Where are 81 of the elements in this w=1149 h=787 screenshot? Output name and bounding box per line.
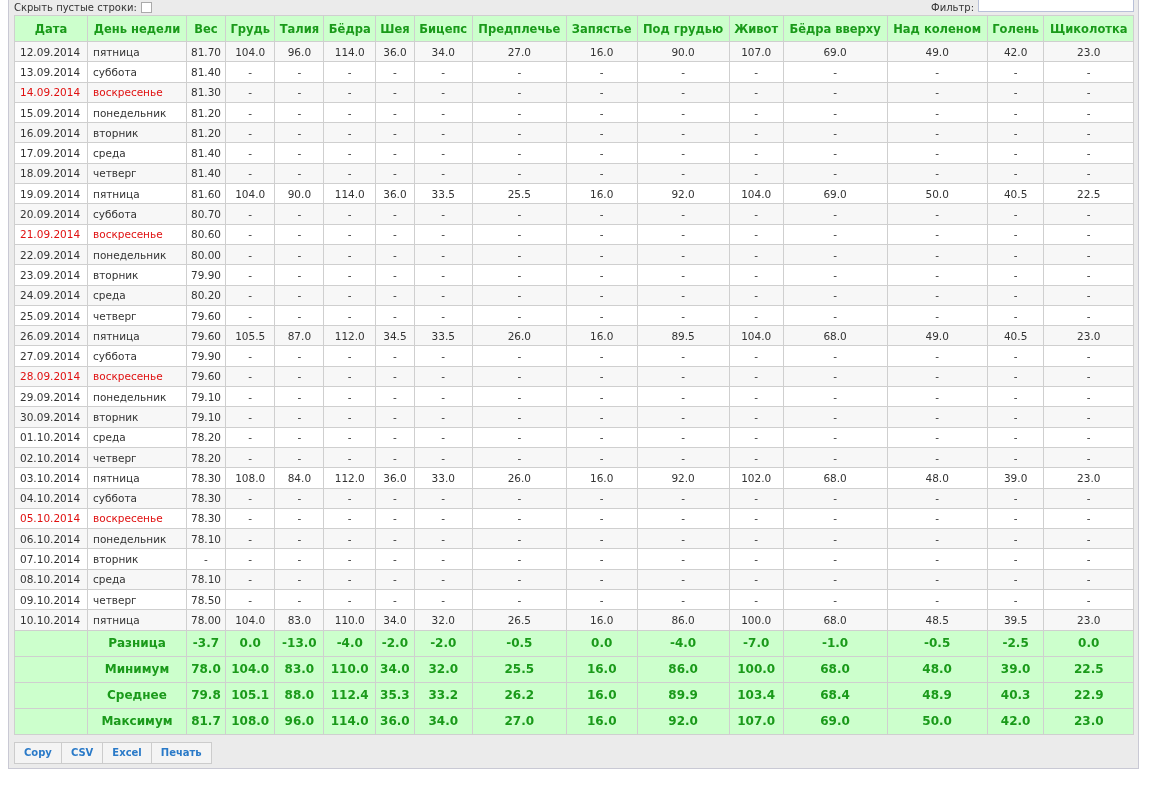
- export-button[interactable]: Copy: [14, 741, 62, 764]
- filter-label: Фильтр:: [931, 2, 974, 13]
- table-cell: 19.09.2014: [14, 183, 88, 204]
- summary-cell: 68.4: [783, 682, 888, 709]
- table-cell: 07.10.2014: [14, 548, 88, 570]
- table-cell: 03.10.2014: [14, 467, 88, 489]
- column-header[interactable]: Талия: [274, 15, 324, 42]
- summary-cell: -0.5: [472, 630, 567, 657]
- summary-cell: 22.9: [1044, 682, 1134, 709]
- summary-cell: 22.5: [1044, 656, 1134, 683]
- table-cell: 20.09.2014: [14, 203, 88, 225]
- table-cell: 05.10.2014: [14, 508, 88, 529]
- summary-cell: 16.0: [566, 708, 637, 735]
- summary-label: Среднее: [87, 682, 187, 709]
- summary-cell: 92.0: [637, 708, 730, 735]
- table-cell: 06.10.2014: [14, 528, 88, 549]
- summary-cell: 86.0: [637, 656, 730, 683]
- column-header[interactable]: Запястье: [566, 15, 637, 42]
- column-header[interactable]: Бёдра: [323, 15, 376, 42]
- table-cell: 12.09.2014: [14, 41, 88, 62]
- summary-cell: 89.9: [637, 682, 730, 709]
- summary-cell: 0.0: [566, 630, 637, 657]
- table-cell: 28.09.2014: [14, 366, 88, 387]
- summary-cell: 48.0: [887, 656, 988, 683]
- hide-empty-checkbox[interactable]: [140, 2, 152, 13]
- table-cell: 16.09.2014: [14, 122, 88, 143]
- export-button[interactable]: Печать: [150, 741, 212, 764]
- summary-cell: -4.0: [637, 630, 730, 657]
- table-cell: 13.09.2014: [14, 61, 88, 83]
- filter-field[interactable]: [978, 0, 1134, 12]
- table-cell: 02.10.2014: [14, 447, 88, 468]
- summary-cell: 27.0: [472, 708, 567, 735]
- table-cell: 22.09.2014: [14, 244, 88, 265]
- summary-cell: 50.0: [887, 708, 988, 735]
- table-cell: 30.09.2014: [14, 406, 88, 428]
- column-header[interactable]: Бицепс: [414, 15, 473, 42]
- summary-cell: 16.0: [566, 656, 637, 683]
- column-header[interactable]: Дата: [14, 15, 88, 42]
- summary-cell: 26.2: [472, 682, 567, 709]
- table-cell: 04.10.2014: [14, 488, 88, 509]
- export-button[interactable]: CSV: [60, 741, 104, 764]
- column-header[interactable]: Бёдра вверху: [783, 15, 888, 42]
- summary-cell: 69.0: [783, 708, 888, 735]
- column-header[interactable]: Шея: [375, 15, 415, 42]
- table-cell: 09.10.2014: [14, 589, 88, 610]
- column-header[interactable]: Под грудью: [637, 15, 730, 42]
- summary-label: Разница: [87, 630, 187, 657]
- table-cell: 01.10.2014: [14, 427, 88, 448]
- table-cell: 26.09.2014: [14, 325, 88, 346]
- table-cell: 24.09.2014: [14, 285, 88, 306]
- summary-label: Максимум: [87, 708, 187, 735]
- table-cell: 17.09.2014: [14, 143, 88, 164]
- summary-cell: 25.5: [472, 656, 567, 683]
- summary-cell: 23.0: [1044, 708, 1134, 735]
- summary-cell: 68.0: [783, 656, 888, 683]
- column-header[interactable]: День недели: [87, 15, 187, 42]
- table-cell: 18.09.2014: [14, 163, 88, 184]
- table-cell: 10.10.2014: [14, 609, 88, 631]
- summary-cell: 16.0: [566, 682, 637, 709]
- column-header[interactable]: Голень: [987, 15, 1044, 42]
- table-cell: 27.09.2014: [14, 345, 88, 367]
- table-cell: 15.09.2014: [14, 102, 88, 123]
- summary-cell: -0.5: [887, 630, 988, 657]
- column-header[interactable]: Живот: [729, 15, 784, 42]
- column-header[interactable]: Предплечье: [472, 15, 567, 42]
- column-header[interactable]: Над коленом: [887, 15, 988, 42]
- hide-empty-label: Скрыть пустые строки:: [14, 2, 137, 13]
- table-cell: 21.09.2014: [14, 224, 88, 245]
- table-cell: 14.09.2014: [14, 82, 88, 103]
- column-header[interactable]: Грудь: [225, 15, 275, 42]
- summary-cell: -1.0: [783, 630, 888, 657]
- table-cell: 08.10.2014: [14, 569, 88, 590]
- summary-label: Минимум: [87, 656, 187, 683]
- table-cell: 25.09.2014: [14, 305, 88, 326]
- column-header[interactable]: Вес: [186, 15, 226, 42]
- table-cell: 23.09.2014: [14, 264, 88, 286]
- table-cell: 29.09.2014: [14, 386, 88, 407]
- summary-cell: 48.9: [887, 682, 988, 709]
- column-header[interactable]: Щиколотка: [1044, 15, 1134, 42]
- summary-cell: 0.0: [1044, 630, 1134, 657]
- export-button[interactable]: Excel: [102, 741, 152, 764]
